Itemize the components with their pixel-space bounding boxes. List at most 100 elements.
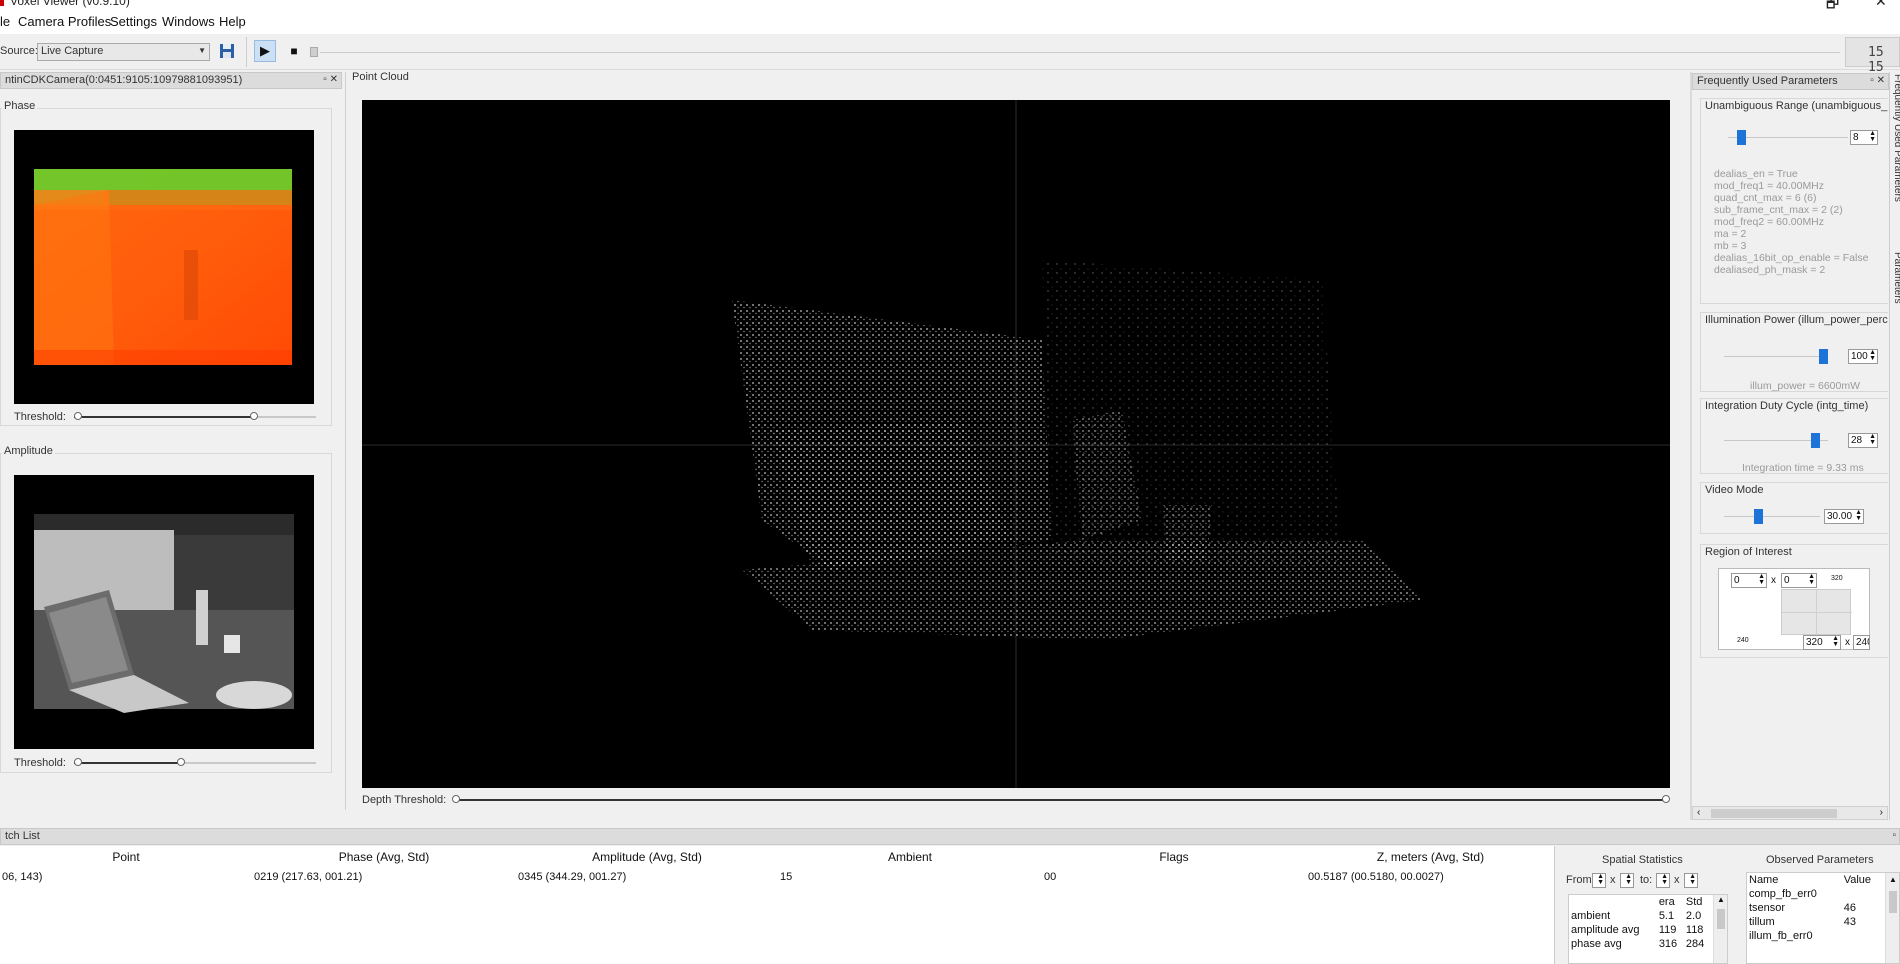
- spatial-to-y-spinbox[interactable]: ▲ ▼: [1684, 873, 1698, 888]
- roi-x-spinbox[interactable]: 0 ▲ ▼: [1731, 573, 1767, 588]
- integration-slider[interactable]: [1724, 433, 1828, 448]
- amplitude-threshold-low-knob[interactable]: [74, 758, 82, 766]
- menu-settings[interactable]: Settings: [110, 14, 157, 29]
- video-mode-slider-thumb[interactable]: [1754, 509, 1764, 524]
- illumination-slider-thumb[interactable]: [1819, 349, 1828, 364]
- depth-threshold-slider[interactable]: [452, 794, 1670, 808]
- seek-slider-track[interactable]: [320, 52, 1840, 53]
- depth-threshold-high-knob[interactable]: [1662, 795, 1670, 803]
- video-mode-slider[interactable]: [1724, 509, 1820, 524]
- column-header[interactable]: Ambient: [778, 846, 1042, 868]
- panel-pin-close-icons[interactable]: ▫ ✕: [323, 74, 338, 85]
- observed-scrollbar[interactable]: ▲: [1885, 873, 1899, 963]
- play-button[interactable]: ▶: [254, 40, 276, 62]
- phase-threshold-high-knob[interactable]: [249, 412, 258, 420]
- phase-threshold-low-knob[interactable]: [74, 412, 82, 420]
- observed-row[interactable]: tsensor 46: [1747, 901, 1883, 915]
- roi-h-spinbox[interactable]: 240: [1853, 635, 1870, 650]
- unambiguous-slider-thumb[interactable]: [1736, 130, 1746, 145]
- splitter[interactable]: [1690, 72, 1692, 820]
- close-window-icon[interactable]: ✕: [1875, 0, 1887, 10]
- spin-arrows-icon[interactable]: ▲ ▼: [1597, 873, 1604, 886]
- column-header[interactable]: [1569, 895, 1657, 909]
- column-header[interactable]: Z, meters (Avg, Std): [1306, 846, 1555, 868]
- scroll-thumb[interactable]: [1889, 891, 1897, 913]
- integration-spinbox[interactable]: 28 ▲ ▼: [1848, 433, 1878, 448]
- spin-arrows-icon[interactable]: ▲ ▼: [1869, 349, 1876, 362]
- spin-arrows-icon[interactable]: ▲ ▼: [1625, 873, 1632, 886]
- spatial-to-x-spinbox[interactable]: ▲ ▼: [1656, 873, 1670, 888]
- panel-pin-icon[interactable]: ▫: [1892, 830, 1896, 841]
- roi-w-spinbox[interactable]: 320 ▲ ▼: [1803, 635, 1841, 650]
- column-header[interactable]: era: [1657, 895, 1684, 909]
- column-header[interactable]: Amplitude (Avg, Std): [516, 846, 778, 868]
- illumination-value: 100: [1851, 351, 1868, 362]
- roi-editor[interactable]: 0 ▲▼ x 0 ▲▼ 320 240 320 ▲▼ x 240: [1718, 568, 1870, 650]
- scroll-thumb[interactable]: [1717, 909, 1725, 929]
- spin-arrows-icon[interactable]: ▲ ▼: [1869, 433, 1876, 446]
- panel-pin-close-icons[interactable]: ▫ ✕: [1870, 75, 1885, 86]
- unambiguous-slider[interactable]: [1728, 130, 1848, 145]
- source-select[interactable]: Live Capture ▼: [37, 43, 210, 61]
- phase-threshold-slider[interactable]: [74, 411, 316, 425]
- video-mode-spinbox[interactable]: 30.00 ▲ ▼: [1824, 509, 1864, 524]
- roi-y-spinbox[interactable]: 0 ▲ ▼: [1781, 573, 1817, 588]
- amplitude-threshold-slider[interactable]: [74, 757, 316, 771]
- phase-image[interactable]: [14, 130, 314, 404]
- source-select-value: Live Capture: [41, 45, 104, 57]
- menu-camera-profiles[interactable]: Camera Profiles: [18, 14, 111, 29]
- column-header[interactable]: Name: [1747, 873, 1842, 887]
- illumination-spinbox[interactable]: 100 ▲ ▼: [1848, 349, 1878, 364]
- observed-row[interactable]: tillum 43: [1747, 915, 1883, 929]
- scroll-thumb[interactable]: [1711, 809, 1837, 818]
- column-header[interactable]: Value: [1842, 873, 1883, 887]
- point-cloud-view[interactable]: [362, 100, 1670, 788]
- scroll-right-icon[interactable]: ›: [1880, 807, 1883, 818]
- unambiguous-spinbox[interactable]: 8 ▲ ▼: [1850, 130, 1878, 145]
- spin-arrows-icon[interactable]: ▲ ▼: [1855, 509, 1862, 522]
- depth-threshold-low-knob[interactable]: [452, 795, 460, 803]
- column-header[interactable]: Std: [1684, 895, 1711, 909]
- roi-region-preview[interactable]: [1781, 589, 1852, 636]
- scroll-up-icon[interactable]: ▲: [1889, 875, 1897, 884]
- menu-windows[interactable]: Windows: [162, 14, 215, 29]
- column-header[interactable]: Phase (Avg, Std): [252, 846, 516, 868]
- spin-arrows-icon[interactable]: ▲ ▼: [1832, 635, 1839, 648]
- side-tab-parameters[interactable]: Parameters: [1892, 252, 1900, 304]
- spatial-row[interactable]: amplitude avg 119 118: [1569, 923, 1711, 937]
- depth-threshold-label: Depth Threshold:: [362, 794, 447, 806]
- side-tab-frequently-used[interactable]: Frequently Used Parameters: [1892, 74, 1900, 202]
- spin-arrows-icon[interactable]: ▲ ▼: [1758, 573, 1765, 586]
- patch-list-title: tch List: [5, 830, 40, 842]
- spin-arrows-icon[interactable]: ▲ ▼: [1808, 573, 1815, 586]
- spin-arrows-icon[interactable]: ▲ ▼: [1869, 130, 1876, 143]
- spatial-from-x-spinbox[interactable]: ▲ ▼: [1592, 873, 1606, 888]
- scroll-up-icon[interactable]: ▲: [1717, 895, 1725, 904]
- column-header[interactable]: Point: [0, 846, 252, 868]
- spatial-row[interactable]: ambient 5.1 2.0: [1569, 909, 1711, 923]
- params-horizontal-scrollbar[interactable]: ‹ ›: [1692, 806, 1888, 820]
- table-cell: 43: [1843, 916, 1856, 928]
- spin-arrows-icon[interactable]: ▲ ▼: [1661, 873, 1668, 886]
- menu-file[interactable]: le: [0, 14, 10, 29]
- fps-value: 15 15: [1868, 45, 1884, 75]
- column-header[interactable]: Flags: [1042, 846, 1306, 868]
- unambiguous-detail-line: mod_freq1 = 40.00MHz: [1714, 180, 1825, 192]
- save-icon[interactable]: [218, 42, 236, 60]
- spatial-scrollbar[interactable]: ▲: [1713, 895, 1727, 963]
- stop-button[interactable]: ■: [283, 40, 305, 62]
- patch-row[interactable]: 06, 143) 0219 (217.63, 001.21) 0345 (344.2…: [0, 868, 1555, 886]
- scroll-left-icon[interactable]: ‹: [1697, 807, 1700, 818]
- amplitude-threshold-high-knob[interactable]: [176, 758, 185, 766]
- integration-slider-thumb[interactable]: [1811, 433, 1821, 448]
- observed-row[interactable]: illum_fb_err0: [1747, 929, 1883, 943]
- menu-help[interactable]: Help: [219, 14, 246, 29]
- illumination-slider[interactable]: [1724, 349, 1828, 364]
- spin-arrows-icon[interactable]: ▲ ▼: [1689, 873, 1696, 886]
- spatial-from-y-spinbox[interactable]: ▲ ▼: [1620, 873, 1634, 888]
- seek-slider-handle[interactable]: [310, 47, 318, 57]
- observed-row[interactable]: comp_fb_err0: [1747, 887, 1883, 901]
- amplitude-image[interactable]: [14, 475, 314, 749]
- source-label: Source:: [0, 45, 38, 57]
- spatial-row[interactable]: phase avg 316 284: [1569, 937, 1711, 951]
